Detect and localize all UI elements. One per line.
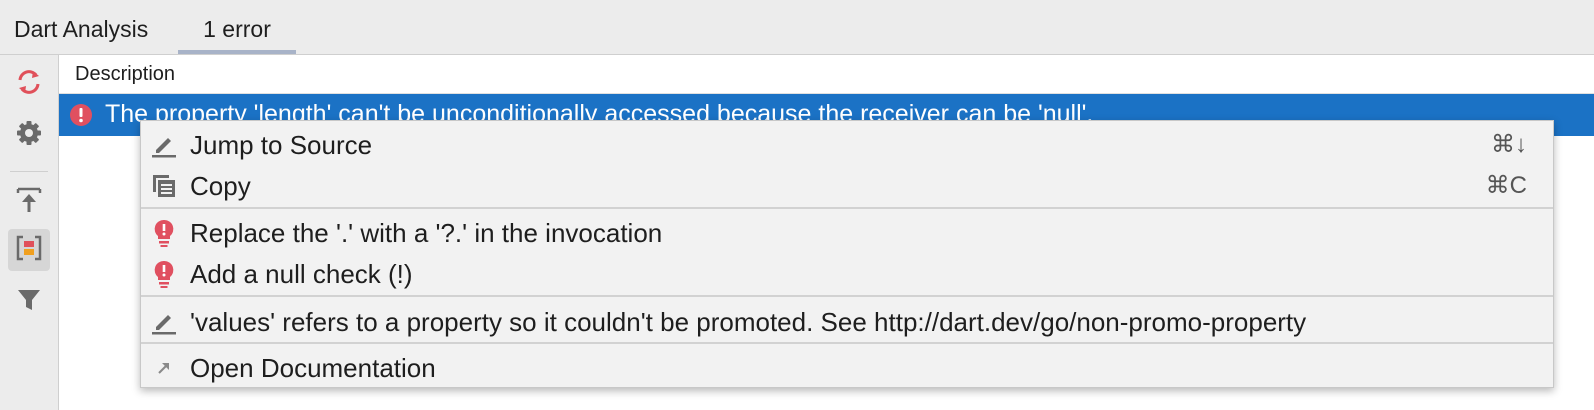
toolbar-divider [10, 171, 48, 172]
menu-item-label: Add a null check (!) [190, 259, 413, 289]
context-menu: Jump to Source ⌘↓ Copy ⌘C Replace the '.… [140, 120, 1554, 388]
error-bulb-icon [149, 259, 179, 289]
pencil-icon [149, 307, 179, 337]
settings-gear-icon [14, 118, 44, 153]
menu-item-shortcut: ⌘C [1485, 172, 1527, 199]
menu-item-label: 'values' refers to a property so it coul… [190, 307, 1307, 337]
menu-item-label: Replace the '.' with a '?.' in the invoc… [190, 218, 663, 248]
autoscroll-to-source-button[interactable] [8, 181, 50, 223]
tab-errors[interactable]: 1 error [178, 0, 296, 54]
menu-item-copy[interactable]: Copy ⌘C [141, 167, 1553, 205]
menu-item-add-null-check[interactable]: Add a null check (!) [141, 255, 1553, 293]
table-header: Description [59, 55, 1594, 94]
error-icon [69, 103, 93, 132]
tool-window-tab-bar: Dart Analysis 1 error [0, 0, 1594, 55]
settings-button[interactable] [8, 114, 50, 156]
menu-item-jump-to-source[interactable]: Jump to Source ⌘↓ [141, 126, 1553, 164]
menu-separator [141, 207, 1553, 209]
column-header-description[interactable]: Description [75, 63, 175, 86]
menu-separator [141, 295, 1553, 297]
menu-item-replace-with-null-aware[interactable]: Replace the '.' with a '?.' in the invoc… [141, 214, 1553, 252]
filter-icon [14, 285, 44, 320]
autoscroll-to-source-icon [14, 185, 44, 220]
menu-item-shortcut: ⌘↓ [1491, 131, 1527, 158]
menu-item-context-message[interactable]: 'values' refers to a property so it coul… [141, 303, 1553, 341]
dart-analysis-title: Dart Analysis [14, 16, 149, 42]
group-by-severity-button[interactable] [8, 229, 50, 271]
group-by-severity-icon [14, 233, 44, 268]
left-toolbar [0, 55, 59, 410]
menu-item-label: Jump to Source [190, 130, 373, 160]
error-bulb-icon [149, 218, 179, 248]
refresh-icon [14, 67, 44, 102]
menu-item-open-documentation[interactable]: Open Documentation [141, 349, 1553, 387]
copy-icon [149, 171, 179, 201]
menu-separator [141, 342, 1553, 344]
refresh-button[interactable] [8, 63, 50, 105]
menu-item-label: Open Documentation [190, 353, 436, 383]
menu-item-label: Copy [190, 171, 251, 201]
filter-button[interactable] [8, 281, 50, 323]
pencil-icon [149, 130, 179, 160]
external-arrow-icon [149, 353, 179, 383]
